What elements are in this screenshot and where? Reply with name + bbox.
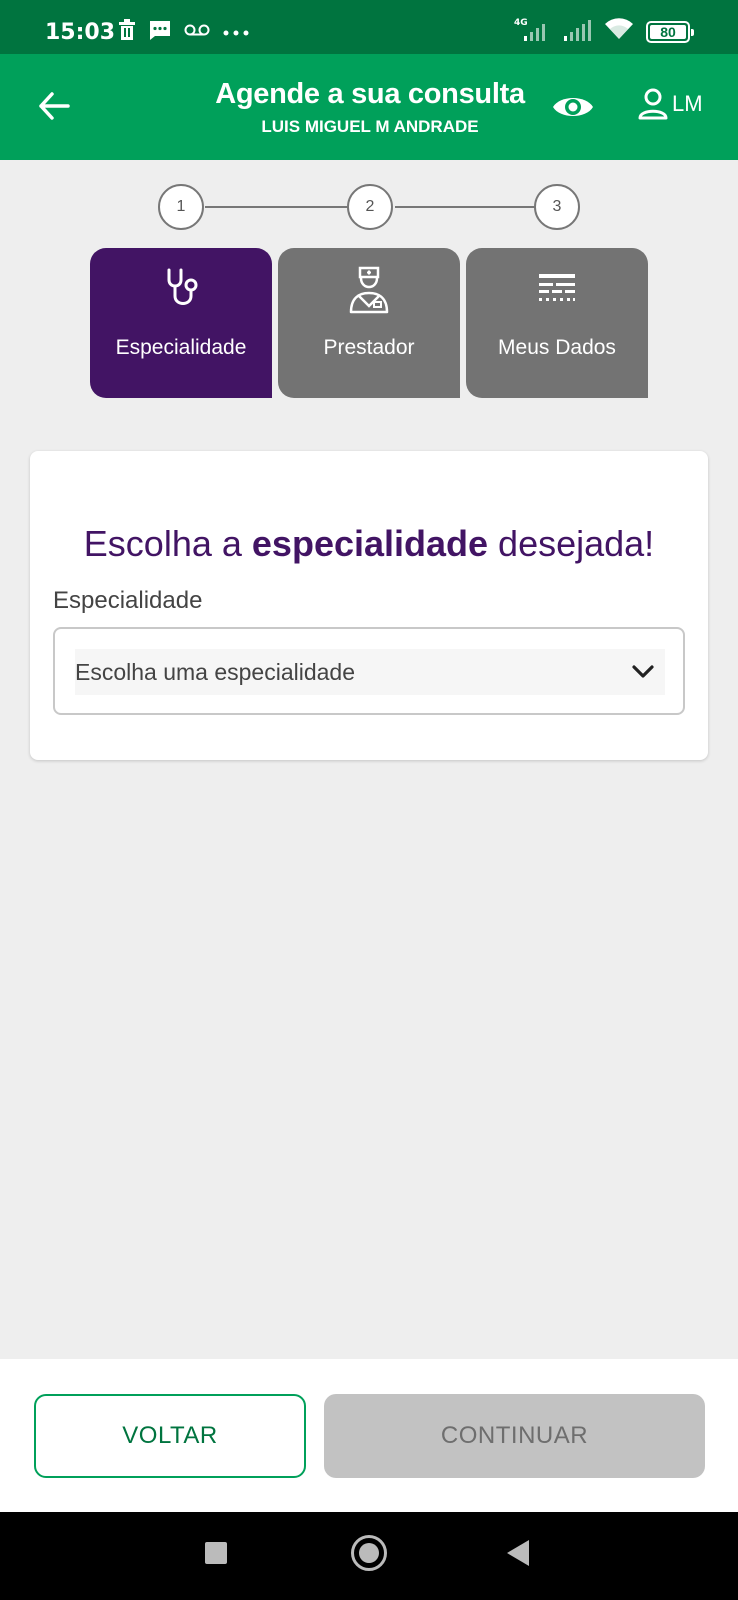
specialty-select-value: Escolha uma especialidade <box>75 658 356 685</box>
tab-prestador[interactable]: Prestador <box>278 248 460 398</box>
step-1: 1 <box>158 184 204 230</box>
step-connector <box>205 206 349 208</box>
visibility-toggle-button[interactable] <box>550 90 596 124</box>
tab-label: Meus Dados <box>498 336 616 359</box>
app-bar: Agende a sua consulta LUIS MIGUEL M ANDR… <box>0 54 738 160</box>
data-list-icon <box>539 274 575 301</box>
wifi-icon <box>604 17 634 46</box>
network-type: 4G <box>514 18 528 28</box>
heading-text: desejada! <box>488 523 655 564</box>
back-button[interactable] <box>32 84 76 128</box>
battery-level: 80 <box>660 23 676 40</box>
continue-button[interactable]: CONTINUAR <box>324 1394 705 1478</box>
user-profile-button[interactable]: LM <box>638 88 703 120</box>
step-3: 3 <box>534 184 580 230</box>
stethoscope-icon <box>167 268 198 305</box>
page-title: Agende a sua consulta <box>215 78 525 110</box>
tab-label: Especialidade <box>115 336 247 359</box>
trash-icon <box>118 19 136 46</box>
status-bar: 15:03 4G 80 <box>0 0 738 54</box>
battery-icon: 80 <box>646 20 694 43</box>
system-nav-bar <box>0 1512 738 1600</box>
system-back-button[interactable] <box>507 1540 529 1566</box>
specialty-label: Especialidade <box>53 587 203 614</box>
back-action-button[interactable]: VOLTAR <box>34 1394 306 1478</box>
step-connector <box>395 206 535 208</box>
arrow-left-icon <box>39 92 70 120</box>
user-initials: LM <box>672 91 703 116</box>
recent-apps-button[interactable] <box>205 1542 227 1564</box>
chevron-down-icon <box>632 665 654 678</box>
eye-icon <box>553 98 593 116</box>
patient-name: LUIS MIGUEL M ANDRADE <box>261 117 479 136</box>
specialty-card: Escolha a especialidade desejada! Especi… <box>30 451 708 760</box>
signal-4g-icon: 4G <box>514 16 550 47</box>
tab-meus-dados[interactable]: Meus Dados <box>466 248 648 398</box>
action-bar: VOLTAR CONTINUAR <box>0 1359 738 1512</box>
home-button[interactable] <box>351 1535 387 1571</box>
doctor-icon <box>349 266 389 314</box>
specialty-select[interactable]: Escolha uma especialidade <box>53 627 685 715</box>
voicemail-icon <box>184 22 210 43</box>
step-2: 2 <box>347 184 393 230</box>
status-time: 15:03 <box>45 20 116 45</box>
more-dots-icon <box>222 24 250 42</box>
tab-especialidade[interactable]: Especialidade <box>90 248 272 398</box>
message-icon <box>148 18 172 47</box>
heading-bold-text: especialidade <box>251 523 489 564</box>
user-icon <box>638 88 668 120</box>
signal-icon <box>562 16 592 47</box>
progress-stepper: 1 2 3 <box>0 182 738 232</box>
card-heading: Escolha a especialidade desejada! <box>30 523 708 565</box>
heading-text: Escolha a <box>83 523 252 564</box>
tab-label: Prestador <box>323 336 415 359</box>
